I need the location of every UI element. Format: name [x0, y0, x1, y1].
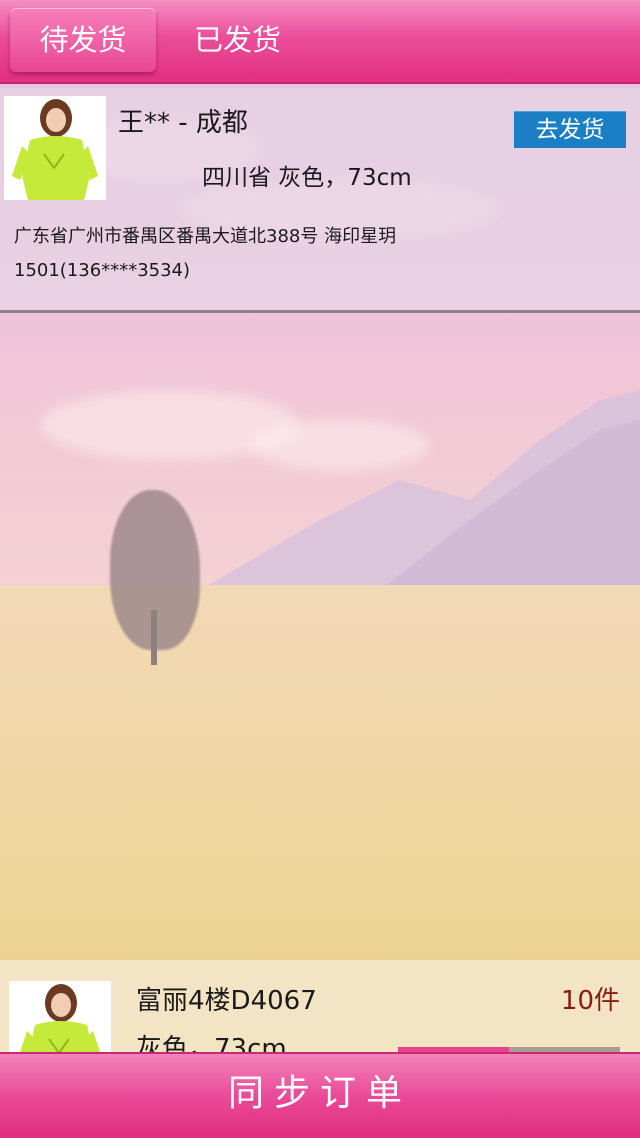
order-item-row[interactable]: 富丽4楼D4067 10件 灰色，73cm: [0, 960, 640, 1055]
address-line: 广东省广州市番禺区番禺大道北388号 海印星玥: [14, 226, 397, 247]
ship-button[interactable]: 去发货: [514, 111, 626, 148]
item-name: 富丽4楼D4067: [136, 986, 317, 1016]
tab-shipped[interactable]: 已发货: [170, 8, 305, 72]
tab-pending-shipment[interactable]: 待发货: [10, 8, 156, 72]
product-thumbnail: [9, 981, 111, 1055]
order-spec: 四川省 灰色，73cm: [202, 165, 412, 191]
shipping-address: 广东省广州市番禺区番禺大道北388号 海印星玥 1501(136****3534…: [14, 220, 614, 288]
top-tab-bar: 待发货 已发货: [0, 0, 640, 84]
sync-orders-button[interactable]: 同步订单: [0, 1052, 640, 1138]
item-quantity: 10件: [560, 986, 620, 1016]
item-spec: 灰色，73cm: [136, 1034, 287, 1055]
buyer-name-city: 王** - 成都: [118, 108, 248, 138]
address-phone: 1501(136****3534): [14, 260, 191, 281]
product-thumbnail: [4, 96, 106, 200]
tree-trunk: [151, 610, 157, 665]
